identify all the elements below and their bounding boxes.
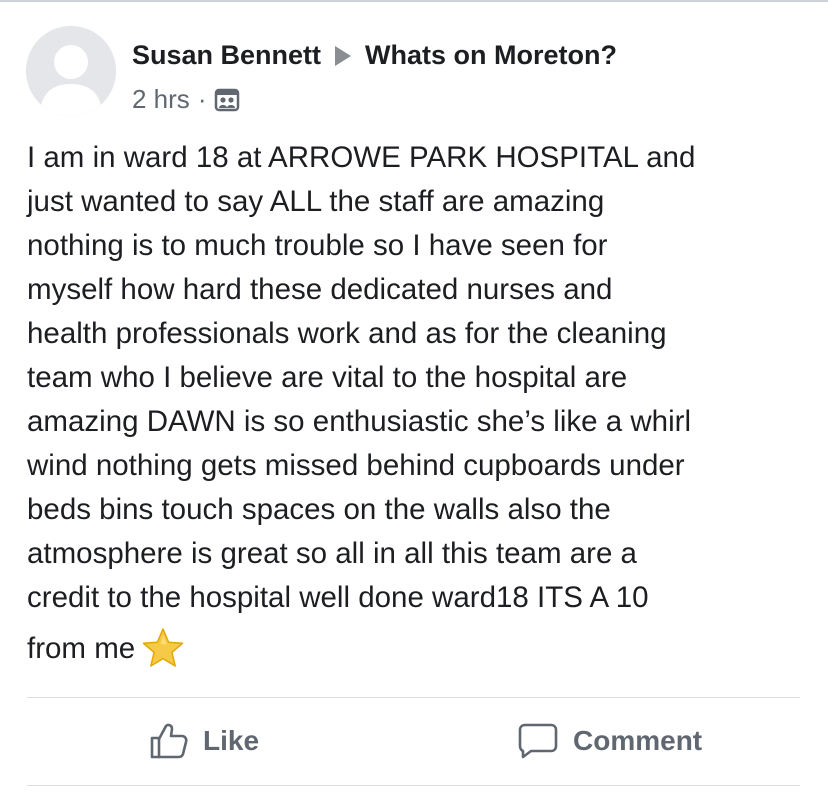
post-text-line: team who I believe are vital to the hosp… <box>27 361 628 394</box>
group-audience-icon[interactable] <box>214 87 240 113</box>
default-avatar-icon <box>26 26 116 116</box>
post-text-line: just wanted to say ALL the staff are ama… <box>27 185 605 218</box>
post-text: I am in ward 18 at ARROWE PARK HOSPITAL … <box>27 136 807 671</box>
post-text-line: atmosphere is great so all in all this t… <box>27 537 637 570</box>
actions-divider-bottom <box>27 785 800 786</box>
post-text-line: health professionals work and as for the… <box>27 317 667 350</box>
post-text-line: wind nothing gets missed behind cupboard… <box>27 449 685 482</box>
avatar[interactable] <box>26 26 116 116</box>
right-arrow-icon <box>335 45 352 66</box>
like-button[interactable]: Like <box>149 722 259 760</box>
post-header: Susan Bennett Whats on Moreton? <box>132 40 617 71</box>
post-meta: 2 hrs · <box>132 84 240 115</box>
thumbs-up-icon <box>150 723 188 759</box>
like-label: Like <box>203 725 260 756</box>
post-text-line: nothing is to much trouble so I have see… <box>27 229 608 262</box>
comment-bubble-icon <box>518 723 558 759</box>
group-name[interactable]: Whats on Moreton? <box>365 40 617 71</box>
post-text-line: I am in ward 18 at ARROWE PARK HOSPITAL … <box>27 141 696 174</box>
post-text-line: amazing DAWN is so enthusiastic she’s li… <box>27 405 691 438</box>
meta-separator: · <box>197 84 207 114</box>
post-text-line: from me <box>27 632 136 665</box>
comment-button[interactable]: Comment <box>517 722 702 760</box>
star-icon <box>141 626 185 670</box>
top-border <box>0 0 828 2</box>
author-name[interactable]: Susan Bennett <box>132 40 321 71</box>
post-text-line: myself how hard these dedicated nurses a… <box>27 273 613 306</box>
post-text-line: credit to the hospital well done ward18 … <box>27 581 649 614</box>
actions-divider-top <box>27 697 800 698</box>
comment-label: Comment <box>573 725 703 756</box>
post-timestamp[interactable]: 2 hrs <box>132 84 190 115</box>
post-text-last-line: from me <box>27 626 807 671</box>
post-text-line: beds bins touch spaces on the walls also… <box>27 493 611 526</box>
